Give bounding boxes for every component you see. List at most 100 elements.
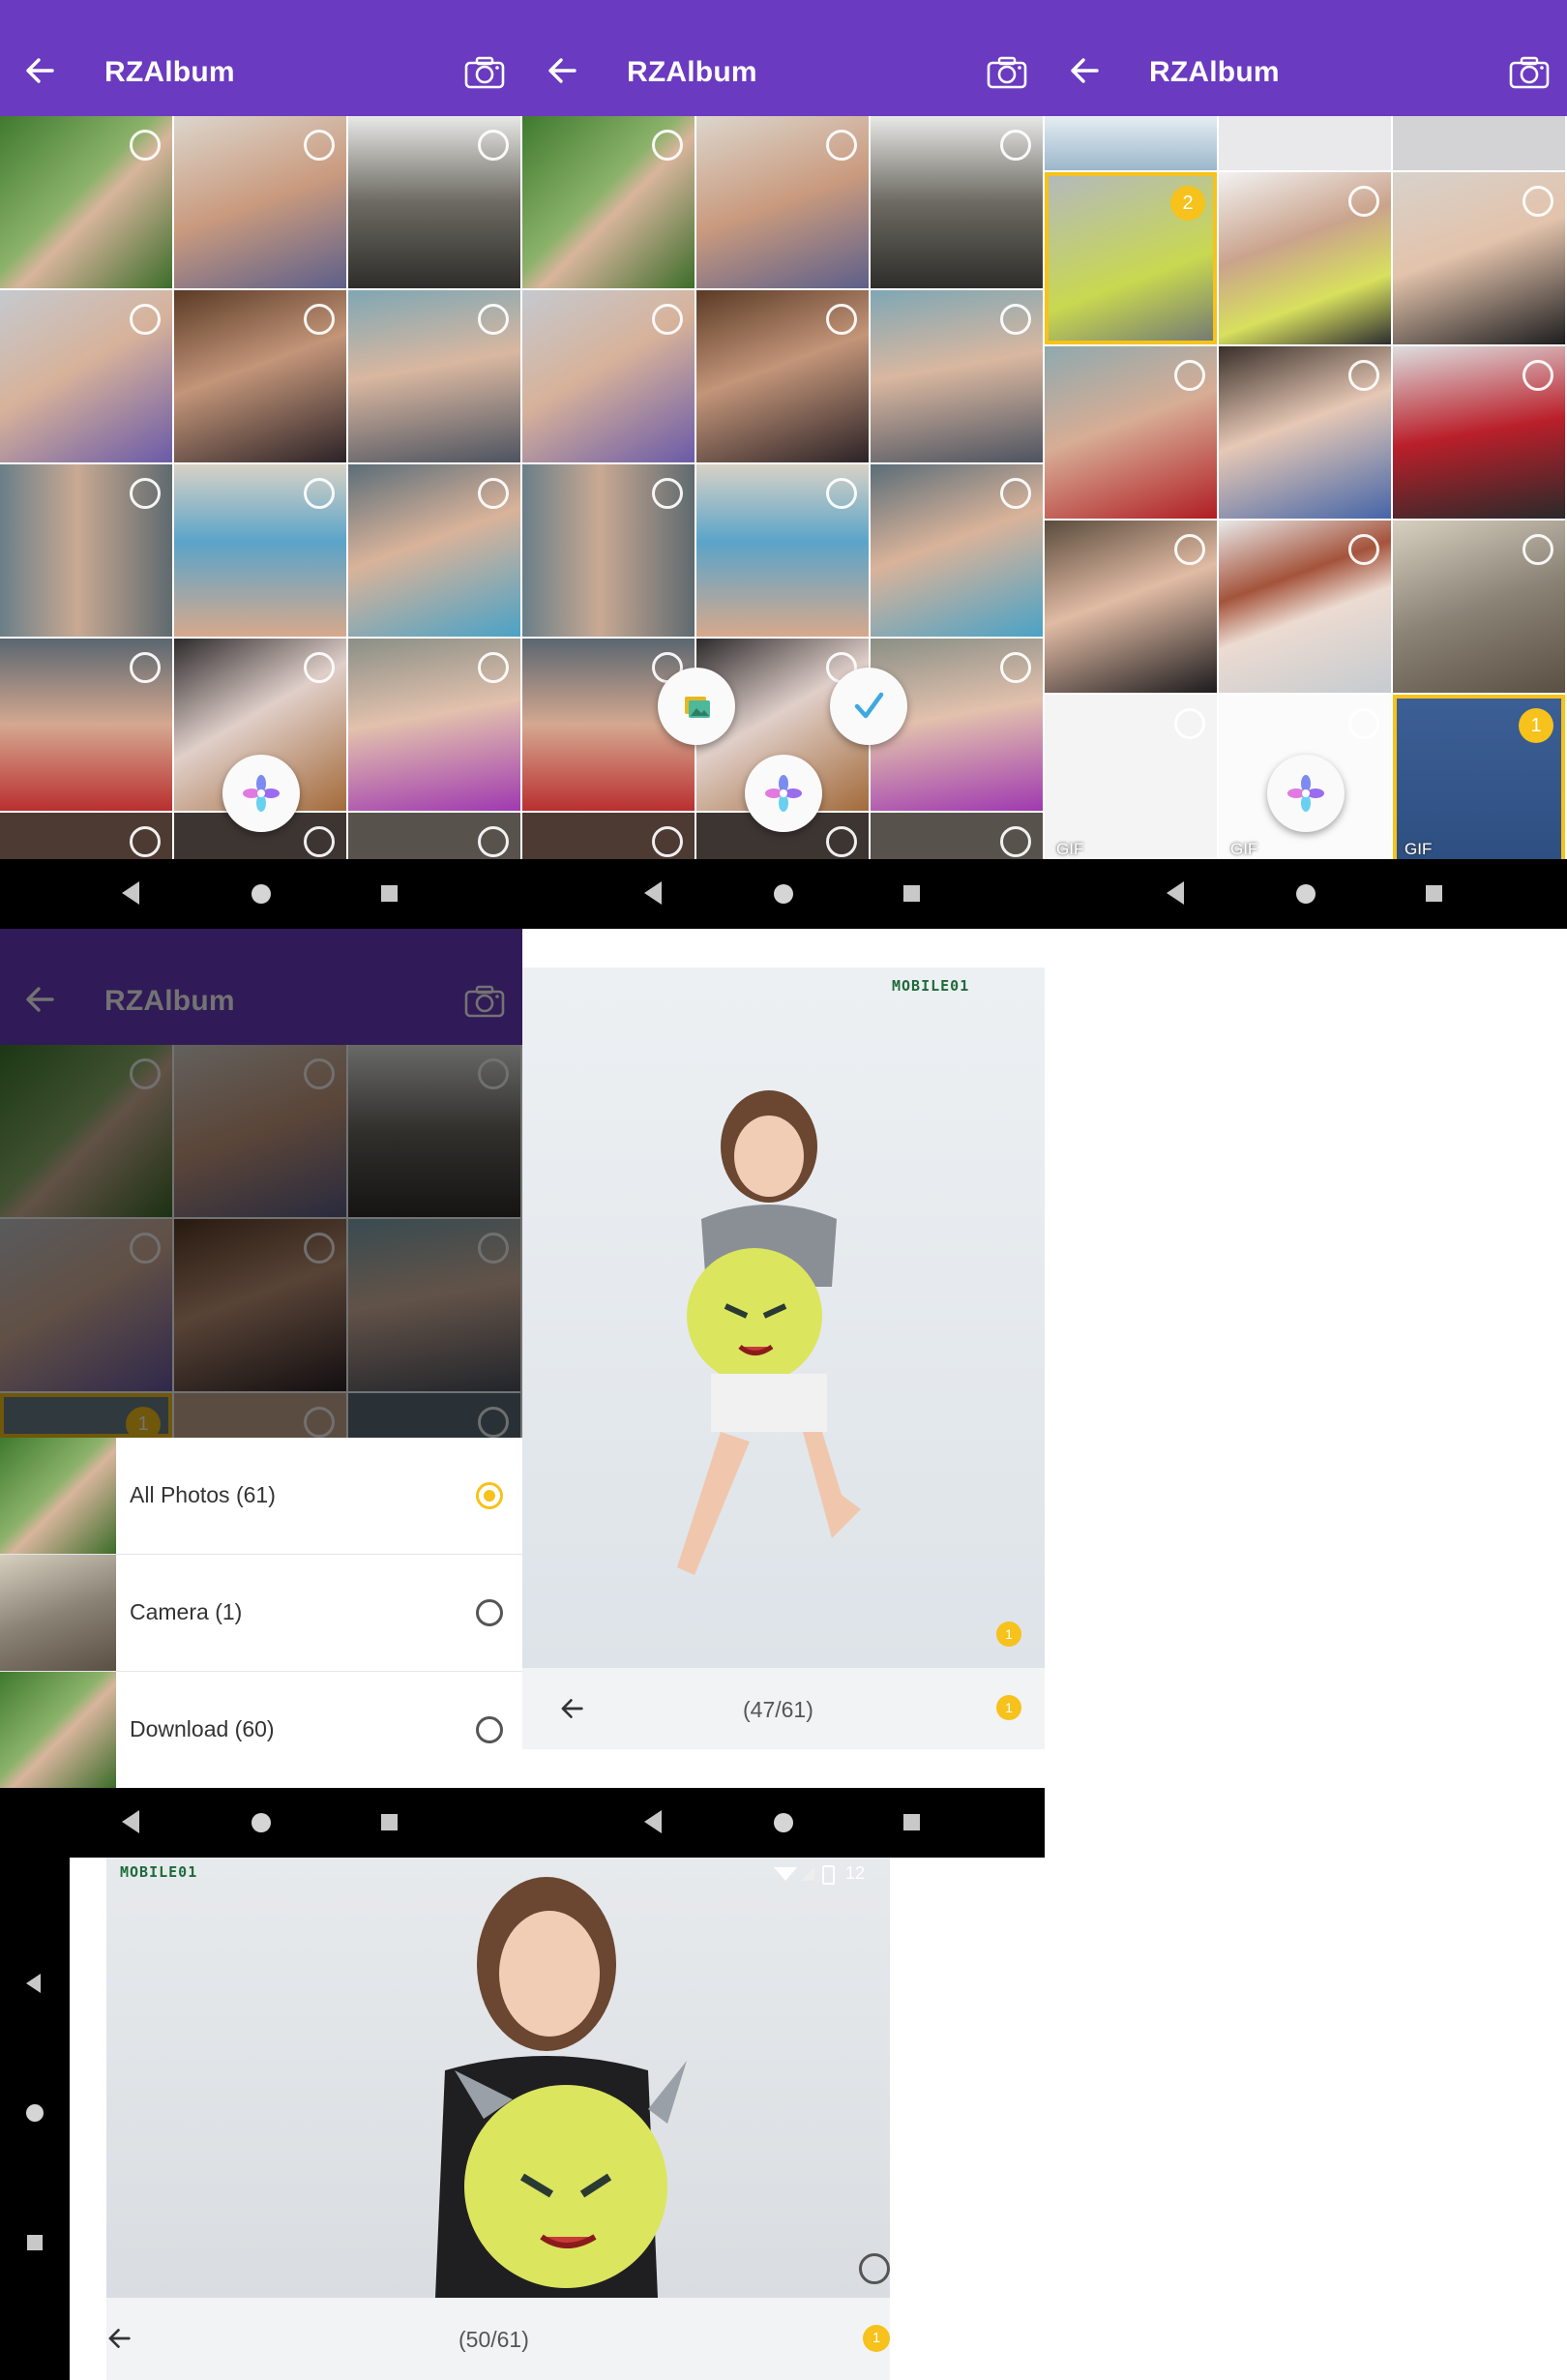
triangle-back-icon[interactable] bbox=[1167, 881, 1184, 905]
square-recents-icon[interactable] bbox=[381, 1814, 398, 1830]
select-circle[interactable] bbox=[1174, 708, 1205, 739]
photo-thumbnail[interactable] bbox=[1393, 346, 1565, 519]
square-recents-icon[interactable] bbox=[903, 885, 920, 902]
album-item-download[interactable]: Download (60) bbox=[0, 1672, 522, 1789]
fab-menu-button[interactable] bbox=[222, 755, 300, 832]
select-circle[interactable] bbox=[304, 478, 335, 509]
circle-home-icon[interactable] bbox=[251, 1813, 271, 1832]
select-circle[interactable] bbox=[130, 304, 161, 335]
select-circle[interactable] bbox=[1348, 708, 1379, 739]
select-circle[interactable] bbox=[826, 304, 857, 335]
selection-order-badge[interactable]: 1 bbox=[1519, 708, 1553, 743]
select-circle[interactable] bbox=[826, 130, 857, 161]
photo-thumbnail[interactable] bbox=[348, 116, 520, 288]
photo-thumbnail[interactable] bbox=[1393, 521, 1565, 693]
select-circle[interactable] bbox=[1000, 478, 1031, 509]
arrow-left-icon[interactable] bbox=[559, 1697, 586, 1720]
photo-thumbnail[interactable] bbox=[348, 290, 520, 462]
select-circle[interactable] bbox=[1348, 360, 1379, 391]
photo-thumbnail[interactable] bbox=[696, 116, 869, 288]
square-recents-icon[interactable] bbox=[381, 885, 398, 902]
preview-image[interactable]: MOBILE01 bbox=[106, 1858, 890, 2298]
selection-order-badge[interactable]: 1 bbox=[863, 2325, 890, 2352]
select-circle[interactable] bbox=[1348, 534, 1379, 565]
selection-order-badge[interactable]: 1 bbox=[996, 1621, 1021, 1647]
select-circle[interactable] bbox=[478, 478, 509, 509]
select-circle[interactable] bbox=[1523, 186, 1553, 217]
photo-thumbnail[interactable] bbox=[871, 464, 1043, 637]
select-circle[interactable] bbox=[1000, 130, 1031, 161]
circle-home-icon[interactable] bbox=[774, 1813, 793, 1832]
photo-thumbnail[interactable] bbox=[1045, 521, 1217, 693]
photo-thumbnail[interactable] bbox=[0, 116, 172, 288]
selection-order-badge[interactable]: 2 bbox=[1170, 186, 1205, 221]
select-circle[interactable] bbox=[826, 478, 857, 509]
square-recents-icon[interactable] bbox=[1426, 885, 1442, 902]
photo-thumbnail[interactable] bbox=[1045, 346, 1217, 519]
select-circle[interactable] bbox=[304, 652, 335, 683]
album-radio[interactable] bbox=[476, 1599, 503, 1626]
select-circle[interactable] bbox=[859, 2253, 890, 2284]
circle-home-icon[interactable] bbox=[26, 2104, 44, 2122]
select-circle[interactable] bbox=[1523, 360, 1553, 391]
photo-thumbnail[interactable] bbox=[1219, 116, 1391, 170]
circle-home-icon[interactable] bbox=[774, 884, 793, 904]
photo-thumbnail[interactable] bbox=[696, 290, 869, 462]
photo-thumbnail[interactable] bbox=[174, 116, 346, 288]
fab-menu-button[interactable] bbox=[745, 755, 822, 832]
select-circle[interactable] bbox=[652, 304, 683, 335]
gif-thumbnail[interactable]: 1 GIF bbox=[1393, 695, 1565, 867]
album-radio[interactable] bbox=[476, 1716, 503, 1743]
arrow-left-icon[interactable] bbox=[546, 56, 580, 85]
select-circle[interactable] bbox=[130, 130, 161, 161]
photo-thumbnail[interactable] bbox=[1393, 116, 1565, 170]
photo-thumbnail[interactable] bbox=[522, 290, 695, 462]
camera-icon[interactable] bbox=[987, 56, 1027, 89]
photo-thumbnail[interactable] bbox=[174, 464, 346, 637]
arrow-left-icon[interactable] bbox=[1068, 56, 1103, 85]
select-circle[interactable] bbox=[304, 826, 335, 857]
triangle-back-icon[interactable] bbox=[122, 1810, 139, 1833]
select-circle[interactable] bbox=[304, 304, 335, 335]
select-circle[interactable] bbox=[1523, 534, 1553, 565]
square-recents-icon[interactable] bbox=[27, 2235, 43, 2250]
photo-thumbnail[interactable] bbox=[0, 464, 172, 637]
triangle-back-icon[interactable] bbox=[644, 1810, 662, 1833]
select-circle[interactable] bbox=[1174, 534, 1205, 565]
arrow-left-icon[interactable] bbox=[23, 56, 58, 85]
fab-gallery-button[interactable] bbox=[658, 668, 735, 745]
photo-thumbnail[interactable] bbox=[0, 639, 172, 811]
album-item-camera[interactable]: Camera (1) bbox=[0, 1555, 522, 1672]
select-circle[interactable] bbox=[130, 826, 161, 857]
select-circle[interactable] bbox=[652, 826, 683, 857]
select-circle[interactable] bbox=[1174, 360, 1205, 391]
photo-thumbnail[interactable] bbox=[871, 290, 1043, 462]
preview-image[interactable]: MOBILE01 1 bbox=[522, 967, 1045, 1668]
selection-order-badge[interactable]: 1 bbox=[996, 1695, 1021, 1720]
select-circle[interactable] bbox=[304, 130, 335, 161]
select-circle[interactable] bbox=[478, 304, 509, 335]
camera-icon[interactable] bbox=[464, 56, 505, 89]
square-recents-icon[interactable] bbox=[903, 1814, 920, 1830]
photo-thumbnail[interactable] bbox=[1219, 521, 1391, 693]
select-circle[interactable] bbox=[652, 478, 683, 509]
dim-overlay[interactable] bbox=[0, 929, 522, 1438]
select-circle[interactable] bbox=[652, 130, 683, 161]
gif-thumbnail[interactable]: GIF bbox=[1045, 695, 1217, 867]
photo-thumbnail[interactable] bbox=[1219, 346, 1391, 519]
photo-thumbnail[interactable] bbox=[1393, 172, 1565, 344]
select-circle[interactable] bbox=[130, 478, 161, 509]
photo-thumbnail[interactable] bbox=[1045, 116, 1217, 170]
select-circle[interactable] bbox=[1348, 186, 1379, 217]
photo-thumbnail[interactable] bbox=[522, 116, 695, 288]
circle-home-icon[interactable] bbox=[251, 884, 271, 904]
select-circle[interactable] bbox=[478, 130, 509, 161]
photo-thumbnail[interactable]: 2 bbox=[1045, 172, 1217, 344]
photo-thumbnail[interactable] bbox=[1219, 172, 1391, 344]
photo-thumbnail[interactable] bbox=[174, 290, 346, 462]
album-item-all-photos[interactable]: All Photos (61) bbox=[0, 1438, 522, 1555]
fab-menu-button[interactable] bbox=[1267, 755, 1345, 832]
triangle-back-icon[interactable] bbox=[26, 1974, 41, 1993]
select-circle[interactable] bbox=[1000, 826, 1031, 857]
photo-thumbnail[interactable] bbox=[348, 639, 520, 811]
